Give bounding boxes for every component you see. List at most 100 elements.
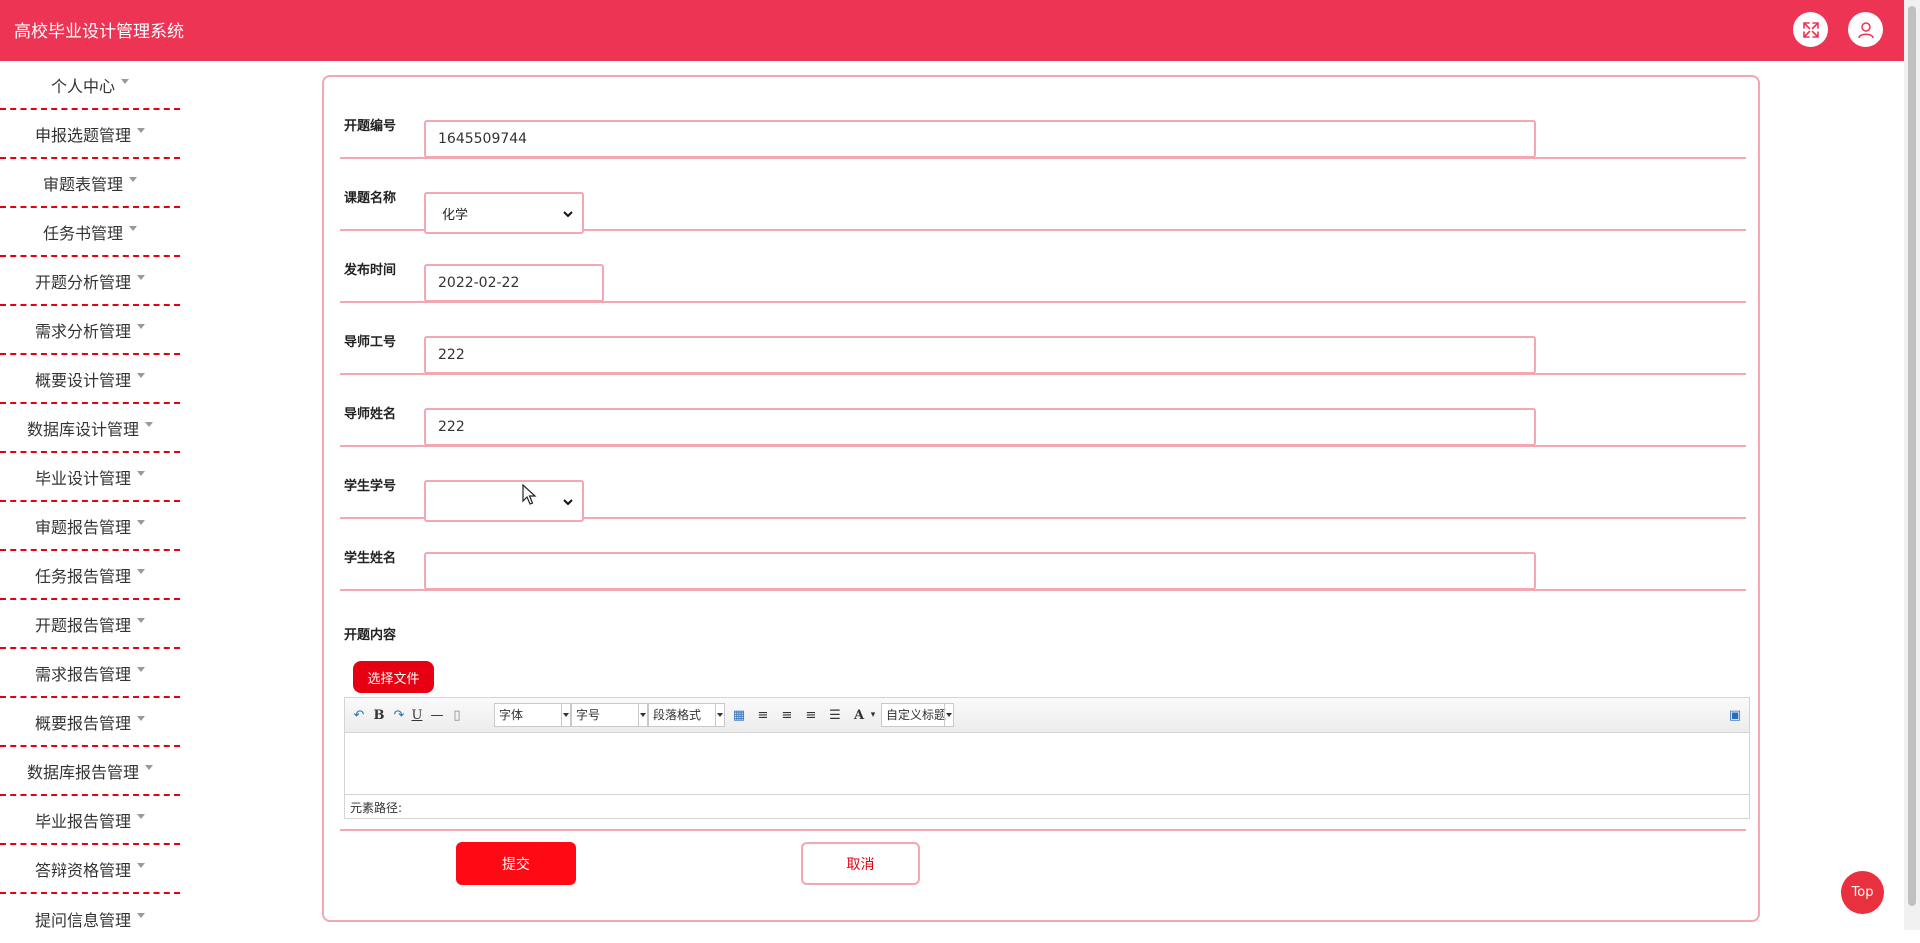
page-icon[interactable]: ▯ [449, 707, 465, 723]
form-row-topic-name: 课题名称 化学 [340, 159, 1746, 234]
rich-text-editor: ↶ B ↷ U — ▯ 字体 字号 段落格式 ▦ ≡ ≡ ≡ ☰ A ▾ 自定义… [344, 697, 1750, 819]
back-to-top-button[interactable]: Top [1841, 871, 1884, 914]
tutor-name-input[interactable] [424, 408, 1536, 446]
sidebar-item-defense-qualification[interactable]: 答辩资格管理 [0, 845, 180, 894]
font-family-select[interactable]: 字体 [494, 703, 571, 727]
scrollbar-thumb[interactable] [1908, 6, 1916, 906]
caret-down-icon [137, 569, 145, 574]
caret-down-icon [137, 913, 145, 918]
topic-name-select[interactable]: 化学 [424, 192, 584, 234]
sidebar-item-opening-report[interactable]: 开题报告管理 [0, 600, 180, 649]
kaiti-no-input[interactable] [424, 120, 1536, 158]
tutor-id-input[interactable] [424, 336, 1536, 374]
element-path-bar: 元素路径: [345, 794, 1749, 818]
editor-content-area[interactable] [345, 733, 1749, 794]
form-row-kaiti-no: 开题编号 [340, 87, 1746, 159]
sidebar-item-graduation-report[interactable]: 毕业报告管理 [0, 796, 180, 845]
font-size-select[interactable]: 字号 [571, 703, 648, 727]
field-label: 导师姓名 [344, 407, 397, 422]
mouse-cursor-icon [522, 484, 537, 505]
sidebar-item-graduation-design[interactable]: 毕业设计管理 [0, 453, 180, 502]
sidebar-item-task-book[interactable]: 任务书管理 [0, 208, 180, 257]
divider [340, 829, 1746, 831]
horizontal-rule-icon[interactable]: — [429, 707, 445, 723]
caret-down-icon [145, 765, 153, 770]
sidebar: 个人中心 申报选题管理 审题表管理 任务书管理 开题分析管理 需求分析管理 概要… [0, 61, 180, 943]
caret-down-icon [137, 716, 145, 721]
sidebar-item-database-report[interactable]: 数据库报告管理 [0, 747, 180, 796]
redo-icon[interactable]: ↷ [391, 707, 407, 723]
align-left-icon[interactable]: ≡ [755, 707, 771, 723]
top-bar: 高校毕业设计管理系统 [0, 0, 1904, 61]
dropdown-arrow-icon [715, 704, 724, 726]
caret-down-icon [137, 618, 145, 623]
align-right-icon[interactable]: ≡ [779, 707, 795, 723]
field-label: 发布时间 [344, 263, 397, 278]
chevron-down-icon [563, 499, 573, 506]
sidebar-item-opening-analysis[interactable]: 开题分析管理 [0, 257, 180, 306]
vertical-scrollbar[interactable] [1904, 0, 1920, 930]
sidebar-item-requirement-analysis[interactable]: 需求分析管理 [0, 306, 180, 355]
sidebar-item-topic-application[interactable]: 申报选题管理 [0, 110, 180, 159]
student-name-input[interactable] [424, 552, 1536, 590]
caret-down-icon [137, 373, 145, 378]
form-row-student-name: 学生姓名 [340, 519, 1746, 591]
caret-down-icon [129, 177, 137, 182]
form-row-tutor-id: 导师工号 [340, 303, 1746, 375]
field-label: 开题编号 [344, 119, 397, 134]
submit-button[interactable]: 提交 [456, 842, 576, 885]
field-label: 导师工号 [344, 335, 397, 350]
dropdown-arrow-icon [944, 704, 953, 726]
field-label: 课题名称 [344, 191, 397, 206]
custom-title-select[interactable]: 自定义标题 [881, 703, 954, 727]
caret-down-icon [129, 226, 137, 231]
dropdown-arrow-icon [638, 704, 647, 726]
undo-icon[interactable]: ↶ [351, 707, 367, 723]
fullscreen-button[interactable] [1793, 12, 1828, 47]
align-justify-icon[interactable]: ☰ [827, 707, 843, 723]
font-color-dropdown-icon[interactable]: ▾ [865, 707, 881, 723]
caret-down-icon [145, 422, 153, 427]
user-icon [1857, 21, 1874, 38]
underline-icon[interactable]: U [409, 707, 425, 723]
form-row-publish-time: 发布时间 [340, 231, 1746, 303]
editor-toolbar: ↶ B ↷ U — ▯ 字体 字号 段落格式 ▦ ≡ ≡ ≡ ☰ A ▾ 自定义… [345, 698, 1749, 733]
sidebar-item-outline-design[interactable]: 概要设计管理 [0, 355, 180, 404]
content-label: 开题内容 [344, 628, 397, 643]
caret-down-icon [137, 324, 145, 329]
sidebar-item-task-report[interactable]: 任务报告管理 [0, 551, 180, 600]
sidebar-item-requirement-report[interactable]: 需求报告管理 [0, 649, 180, 698]
source-mode-icon[interactable]: ▣ [1727, 707, 1743, 723]
dropdown-arrow-icon [561, 704, 570, 726]
field-label: 学生学号 [344, 479, 397, 494]
align-center-icon[interactable]: ≡ [803, 707, 819, 723]
sidebar-item-outline-report[interactable]: 概要报告管理 [0, 698, 180, 747]
app-title: 高校毕业设计管理系统 [14, 22, 184, 42]
sidebar-item-database-design[interactable]: 数据库设计管理 [0, 404, 180, 453]
sidebar-item-question-info[interactable]: 提问信息管理 [0, 894, 180, 943]
form-row-student-id: 学生学号 [340, 447, 1746, 522]
sidebar-item-personal-center[interactable]: 个人中心 [0, 61, 180, 110]
form-row-tutor-name: 导师姓名 [340, 375, 1746, 447]
caret-down-icon [137, 667, 145, 672]
user-menu-button[interactable] [1848, 12, 1883, 47]
cancel-button[interactable]: 取消 [801, 842, 920, 885]
caret-down-icon [137, 471, 145, 476]
student-id-select[interactable] [424, 480, 584, 522]
sidebar-item-review-report[interactable]: 审题报告管理 [0, 502, 180, 551]
bold-icon[interactable]: B [371, 707, 387, 723]
caret-down-icon [137, 275, 145, 280]
field-label: 学生姓名 [344, 551, 397, 566]
chevron-down-icon [563, 211, 573, 218]
sidebar-item-review-form[interactable]: 审题表管理 [0, 159, 180, 208]
expand-icon [1802, 21, 1819, 38]
table-icon[interactable]: ▦ [731, 707, 747, 723]
paragraph-format-select[interactable]: 段落格式 [648, 703, 725, 727]
caret-down-icon [121, 79, 129, 84]
caret-down-icon [137, 863, 145, 868]
caret-down-icon [137, 520, 145, 525]
caret-down-icon [137, 814, 145, 819]
choose-file-button[interactable]: 选择文件 [353, 661, 434, 693]
publish-time-input[interactable] [424, 264, 604, 302]
caret-down-icon [137, 128, 145, 133]
